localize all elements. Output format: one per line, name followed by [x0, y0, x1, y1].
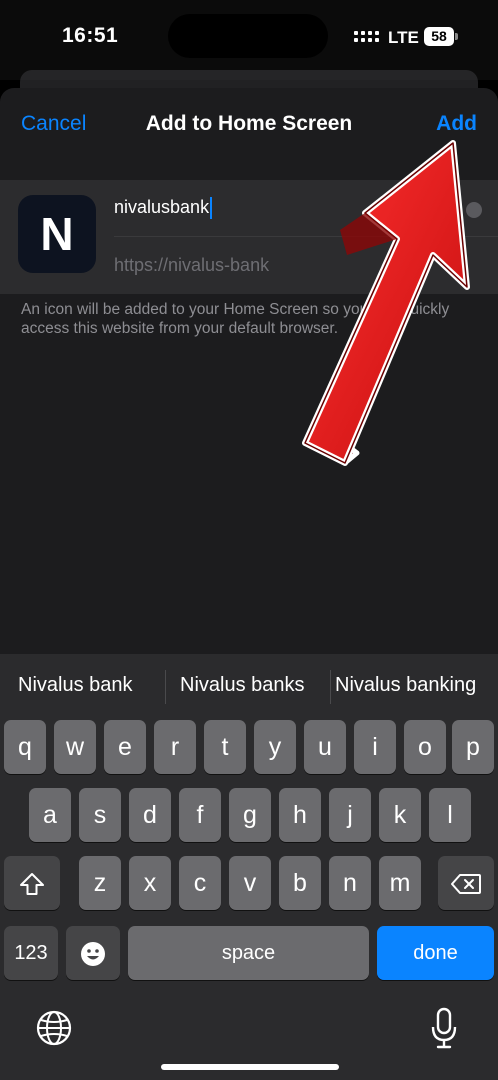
status-time: 16:51	[62, 24, 119, 47]
key-n[interactable]: n	[329, 856, 371, 910]
suggestion-divider	[165, 670, 166, 704]
key-y[interactable]: y	[254, 720, 296, 774]
emoji-key[interactable]	[66, 926, 120, 980]
key-q[interactable]: q	[4, 720, 46, 774]
key-j[interactable]: j	[329, 788, 371, 842]
suggestion-divider	[330, 670, 331, 704]
text-caret	[210, 197, 213, 220]
network-type: LTE	[388, 28, 419, 47]
key-x[interactable]: x	[129, 856, 171, 910]
dynamic-island	[168, 14, 328, 58]
key-p[interactable]: p	[452, 720, 494, 774]
red-arrow-annotation	[302, 140, 470, 466]
key-h[interactable]: h	[279, 788, 321, 842]
key-k[interactable]: k	[379, 788, 421, 842]
key-v[interactable]: v	[229, 856, 271, 910]
shift-key[interactable]	[4, 856, 60, 910]
name-field-value: nivalusbank	[114, 197, 210, 217]
home-indicator	[161, 1064, 339, 1070]
key-t[interactable]: t	[204, 720, 246, 774]
key-z[interactable]: z	[79, 856, 121, 910]
suggestion-item[interactable]: Nivalus bank	[18, 674, 133, 697]
suggestion-item[interactable]: Nivalus banks	[180, 674, 305, 697]
key-a[interactable]: a	[29, 788, 71, 842]
key-u[interactable]: u	[304, 720, 346, 774]
key-e[interactable]: e	[104, 720, 146, 774]
mic-icon[interactable]	[428, 1006, 460, 1050]
key-f[interactable]: f	[179, 788, 221, 842]
cancel-button[interactable]: Cancel	[21, 112, 86, 136]
battery-cap	[455, 33, 458, 40]
emoji-icon	[81, 942, 105, 967]
app-icon-preview: N	[18, 195, 96, 273]
key-s[interactable]: s	[79, 788, 121, 842]
key-r[interactable]: r	[154, 720, 196, 774]
add-button[interactable]: Add	[436, 112, 477, 136]
suggestion-bar: Nivalus bank Nivalus banks Nivalus banki…	[0, 654, 498, 720]
key-d[interactable]: d	[129, 788, 171, 842]
key-i[interactable]: i	[354, 720, 396, 774]
key-c[interactable]: c	[179, 856, 221, 910]
done-key[interactable]: done	[377, 926, 494, 980]
battery-icon: 58	[424, 27, 454, 46]
signal-icon	[354, 31, 379, 42]
suggestion-item[interactable]: Nivalus banking	[335, 674, 476, 697]
name-field[interactable]: nivalusbank	[114, 197, 213, 220]
space-key[interactable]: space	[128, 926, 369, 980]
shift-icon	[20, 873, 44, 896]
key-w[interactable]: w	[54, 720, 96, 774]
globe-icon[interactable]	[34, 1008, 74, 1048]
key-b[interactable]: b	[279, 856, 321, 910]
key-m[interactable]: m	[379, 856, 421, 910]
backspace-icon	[451, 874, 481, 895]
backspace-key[interactable]	[438, 856, 494, 910]
numbers-key[interactable]: 123	[4, 926, 58, 980]
key-g[interactable]: g	[229, 788, 271, 842]
status-bar: 16:51 LTE 58	[0, 0, 498, 80]
key-l[interactable]: l	[429, 788, 471, 842]
key-o[interactable]: o	[404, 720, 446, 774]
url-field: https://nivalus-bank	[114, 255, 270, 275]
